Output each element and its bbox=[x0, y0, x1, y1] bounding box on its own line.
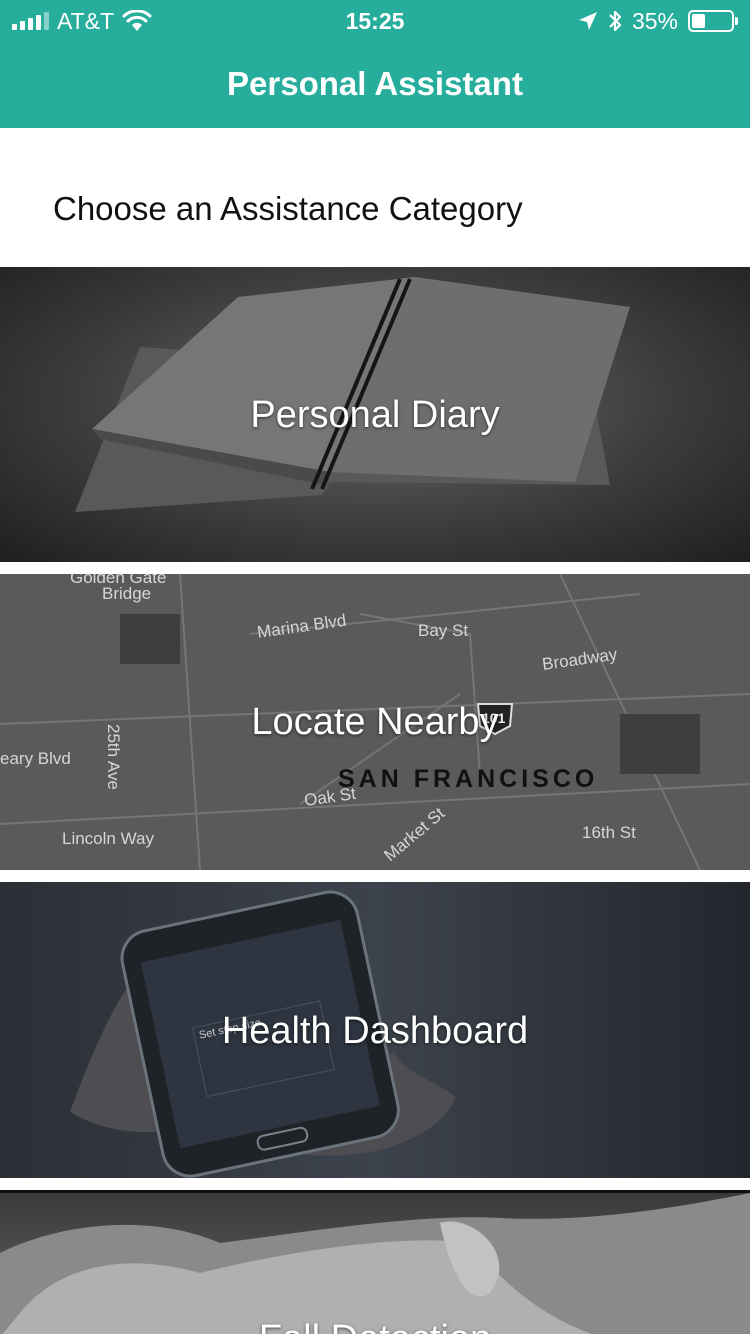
category-label: Fall Detection bbox=[0, 1315, 750, 1334]
battery-percent: 35% bbox=[631, 7, 678, 34]
map-label: eary Blvd bbox=[0, 749, 71, 768]
category-label: Health Dashboard bbox=[221, 1010, 529, 1052]
location-arrow-icon bbox=[578, 12, 597, 30]
status-right: 35% bbox=[578, 6, 738, 36]
map-label: Bay St bbox=[418, 621, 468, 640]
status-bar: AT&T 15:25 35% bbox=[0, 0, 750, 40]
fallen-person-image bbox=[0, 1193, 750, 1334]
section-heading: Choose an Assistance Category bbox=[53, 190, 523, 227]
app-header: AT&T 15:25 35% Personal Assistant bbox=[0, 0, 750, 128]
battery-icon bbox=[688, 10, 738, 32]
category-card-health-dashboard[interactable]: Set step size Health Dashboard bbox=[0, 882, 750, 1178]
category-card-locate-nearby[interactable]: Golden Gate Bridge Marina Blvd Bay St Br… bbox=[0, 574, 750, 870]
map-label: Lincoln Way bbox=[62, 829, 154, 848]
bluetooth-icon bbox=[609, 10, 622, 32]
category-label: Personal Diary bbox=[250, 394, 500, 436]
category-card-personal-diary[interactable]: Personal Diary bbox=[0, 267, 750, 562]
map-label: 16th St bbox=[582, 823, 636, 842]
category-card-fall-detection[interactable]: Fall Detection bbox=[0, 1190, 750, 1334]
map-label: SAN FRANCISCO bbox=[338, 765, 598, 793]
category-label: Locate Nearby bbox=[251, 701, 499, 743]
map-label: Bridge bbox=[102, 584, 151, 603]
page-title: Personal Assistant bbox=[227, 65, 523, 102]
